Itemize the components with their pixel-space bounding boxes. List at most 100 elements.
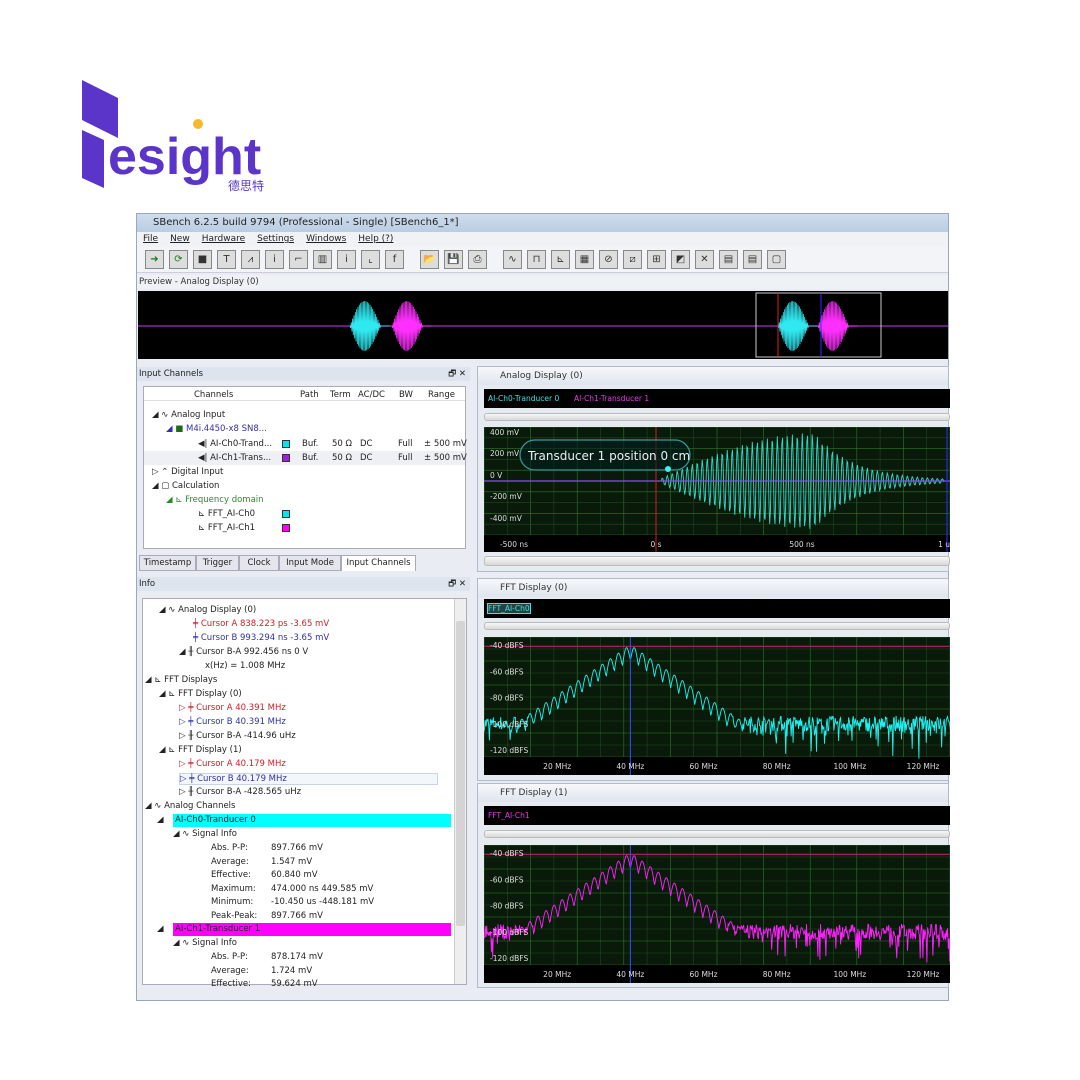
export-icon[interactable]: ⎙ bbox=[468, 250, 487, 269]
tab-input-mode[interactable]: Input Mode bbox=[279, 555, 341, 571]
fft-1-plot[interactable]: -40 dBFS -60 dBFS -80 dBFS -100 dBFS -120 dB… bbox=[484, 845, 950, 983]
channel-header-ch1[interactable]: AI-Ch1-Transducer 1 bbox=[173, 923, 451, 936]
label: Digital Input bbox=[171, 467, 224, 477]
menu-help[interactable]: Help (?) bbox=[358, 232, 393, 247]
legend-fft-ch0[interactable]: FFT_AI-Ch0 bbox=[487, 603, 531, 614]
device-node[interactable]: ◢ ■ M4i.4450-x8 SN8... bbox=[166, 424, 267, 434]
layout3-icon[interactable]: ▢ bbox=[767, 250, 786, 269]
color-swatch[interactable] bbox=[282, 440, 290, 448]
menu-file[interactable]: File bbox=[143, 232, 158, 247]
info-tree-item[interactable]: ◢ ╫ Cursor B-A 992.456 ns 0 V bbox=[179, 647, 308, 657]
analog-display-icon[interactable]: ∿ bbox=[503, 250, 522, 269]
info-scrollbar[interactable] bbox=[454, 599, 466, 984]
open-icon[interactable]: 📂 bbox=[420, 250, 439, 269]
legend-ch0[interactable]: AI-Ch0-Tranducer 0 bbox=[488, 394, 559, 403]
info-tree-item[interactable]: ▷ ╪ Cursor A 40.391 MHz bbox=[179, 703, 286, 713]
xy-icon[interactable]: ⌞ bbox=[361, 250, 380, 269]
tile-icon[interactable]: ⊞ bbox=[647, 250, 666, 269]
info-tree-item[interactable]: ◢ ⊾ FFT Display (0) bbox=[159, 689, 242, 699]
calculation-node[interactable]: ◢ ▢ Calculation bbox=[152, 481, 219, 491]
digital-display-icon[interactable]: ⊓ bbox=[527, 250, 546, 269]
tab-clock[interactable]: Clock bbox=[239, 555, 279, 571]
stop-icon[interactable]: ■ bbox=[193, 250, 212, 269]
save-icon[interactable]: 💾 bbox=[444, 250, 463, 269]
info-tree-item[interactable]: ╪ Cursor A 838.223 ps -3.65 mV bbox=[193, 619, 329, 629]
layout2-icon[interactable]: ▤ bbox=[743, 250, 762, 269]
analog-plot[interactable]: 400 mV 200 mV 0 V -200 mV -400 mV -500 ns 0 s 5… bbox=[484, 427, 950, 552]
col-channels[interactable]: Channels bbox=[194, 390, 233, 400]
info-tree-item[interactable]: ╪ Cursor B 993.294 ns -3.65 mV bbox=[193, 633, 329, 643]
fft-icon[interactable]: ⌐ bbox=[289, 250, 308, 269]
horizontal-zoom-bar[interactable] bbox=[484, 413, 950, 421]
info-tree-item[interactable]: ◢ ∿ Analog Channels bbox=[145, 801, 235, 811]
tick-label: 120 MHz bbox=[907, 970, 940, 979]
horizontal-zoom-bar[interactable] bbox=[484, 830, 950, 838]
info-tree-item[interactable]: ▷ ╫ Cursor B-A -414.96 uHz bbox=[179, 731, 296, 741]
analog-input-node[interactable]: ◢ ∿ Analog Input bbox=[152, 410, 225, 420]
float-close-icons[interactable]: 🗗 ✕ bbox=[448, 577, 466, 591]
info-tree-item[interactable]: ▷ ╪ Cursor B 40.179 MHz bbox=[179, 773, 438, 785]
float-close-icons[interactable]: 🗗 ✕ bbox=[448, 367, 466, 381]
stat-value: 1.547 mV bbox=[271, 856, 313, 867]
histogram-icon[interactable]: ▥ bbox=[313, 250, 332, 269]
sbench-window: SBench 6.2.5 build 9794 (Professional - … bbox=[136, 213, 950, 1001]
info-tree-item[interactable]: ◢ ∿ Analog Display (0) bbox=[159, 605, 256, 615]
cascade-icon[interactable]: ◩ bbox=[671, 250, 690, 269]
menu-windows[interactable]: Windows bbox=[306, 232, 346, 247]
info-text: Cursor B-A 992.456 ns 0 V bbox=[196, 647, 309, 657]
tick-label: 20 MHz bbox=[543, 762, 571, 771]
info-tree-item[interactable]: ◢ ⊾ FFT Display (1) bbox=[159, 745, 242, 755]
menu-settings[interactable]: Settings bbox=[257, 232, 294, 247]
info-tree-item[interactable]: ◢ ⊾ FFT Displays bbox=[145, 675, 217, 685]
color-swatch[interactable] bbox=[282, 510, 290, 518]
tab-input-channels[interactable]: Input Channels bbox=[341, 555, 416, 571]
col-acdc[interactable]: AC/DC bbox=[358, 390, 385, 400]
digital-input-node[interactable]: ▷ ⌃ Digital Input bbox=[152, 467, 223, 477]
horizontal-scrollbar[interactable] bbox=[484, 556, 950, 566]
menu-hardware[interactable]: Hardware bbox=[202, 232, 245, 247]
histogram-display-icon[interactable]: ▦ bbox=[575, 250, 594, 269]
calc-icon[interactable]: ⩘ bbox=[241, 250, 260, 269]
legend-ch1[interactable]: AI-Ch1-Transducer 1 bbox=[574, 394, 649, 403]
info-tree-item[interactable]: x(Hz) = 1.008 MHz bbox=[205, 661, 285, 671]
col-term[interactable]: Term bbox=[330, 390, 351, 400]
signal-info-node[interactable]: ◢ ∿ Signal Info bbox=[173, 938, 237, 948]
col-path[interactable]: Path bbox=[300, 390, 319, 400]
info-tree-item[interactable]: ▷ ╪ Cursor B 40.391 MHz bbox=[179, 717, 286, 727]
channel-row-0[interactable]: ◀| AI-Ch0-Trand... Buf. 50 Ω DC Full ± 5… bbox=[144, 437, 467, 451]
col-bw[interactable]: BW bbox=[399, 390, 413, 400]
tab-timestamp[interactable]: Timestamp bbox=[139, 555, 196, 571]
fx-icon[interactable]: f bbox=[385, 250, 404, 269]
layout-icon[interactable]: ▤ bbox=[719, 250, 738, 269]
close-all-icon[interactable]: ✕ bbox=[695, 250, 714, 269]
fft-0-plot[interactable]: -40 dBFS -60 dBFS -80 dBFS -100 dBFS -120 dB… bbox=[484, 637, 950, 775]
scroll-thumb[interactable] bbox=[456, 621, 465, 926]
info-tree-item[interactable]: ▷ ╪ Cursor A 40.179 MHz bbox=[179, 759, 286, 769]
horizontal-zoom-bar[interactable] bbox=[484, 622, 950, 630]
preview-display[interactable] bbox=[138, 291, 948, 359]
xy-display-icon[interactable]: ⊘ bbox=[599, 250, 618, 269]
start-icon[interactable]: ➜ bbox=[145, 250, 164, 269]
range: ± 500 mV bbox=[424, 453, 467, 463]
fft-channel-1[interactable]: ⊾ FFT_AI-Ch1 bbox=[198, 523, 255, 533]
info-text: AI-Ch1-Transducer 1 bbox=[175, 924, 261, 934]
info-text: Cursor A 40.179 MHz bbox=[196, 759, 286, 769]
channel-header-ch0[interactable]: AI-Ch0-Tranducer 0 bbox=[173, 814, 451, 827]
fft-channel-0[interactable]: ⊾ FFT_AI-Ch0 bbox=[198, 509, 255, 519]
display-icon[interactable]: ⧄ bbox=[623, 250, 642, 269]
stat-icon[interactable]: i bbox=[337, 250, 356, 269]
info-tree-item[interactable]: ▷ ╫ Cursor B-A -428.565 uHz bbox=[179, 787, 301, 797]
color-swatch[interactable] bbox=[282, 524, 290, 532]
signal-info-node[interactable]: ◢ ∿ Signal Info bbox=[173, 829, 237, 839]
color-swatch[interactable] bbox=[282, 454, 290, 462]
frequency-domain-node[interactable]: ◢ ⊾ Frequency domain bbox=[166, 495, 264, 505]
tab-trigger[interactable]: Trigger bbox=[196, 555, 239, 571]
restart-icon[interactable]: ⟳ bbox=[169, 250, 188, 269]
menu-new[interactable]: New bbox=[170, 232, 190, 247]
channel-row-1[interactable]: ◀| AI-Ch1-Trans... Buf. 50 Ω DC Full ± 5… bbox=[144, 451, 467, 465]
col-range[interactable]: Range bbox=[428, 390, 455, 400]
legend-fft-ch1[interactable]: FFT_AI-Ch1 bbox=[488, 811, 530, 820]
trigger-icon[interactable]: T bbox=[217, 250, 236, 269]
fft-display-icon[interactable]: ⊾ bbox=[551, 250, 570, 269]
info-icon[interactable]: i bbox=[265, 250, 284, 269]
